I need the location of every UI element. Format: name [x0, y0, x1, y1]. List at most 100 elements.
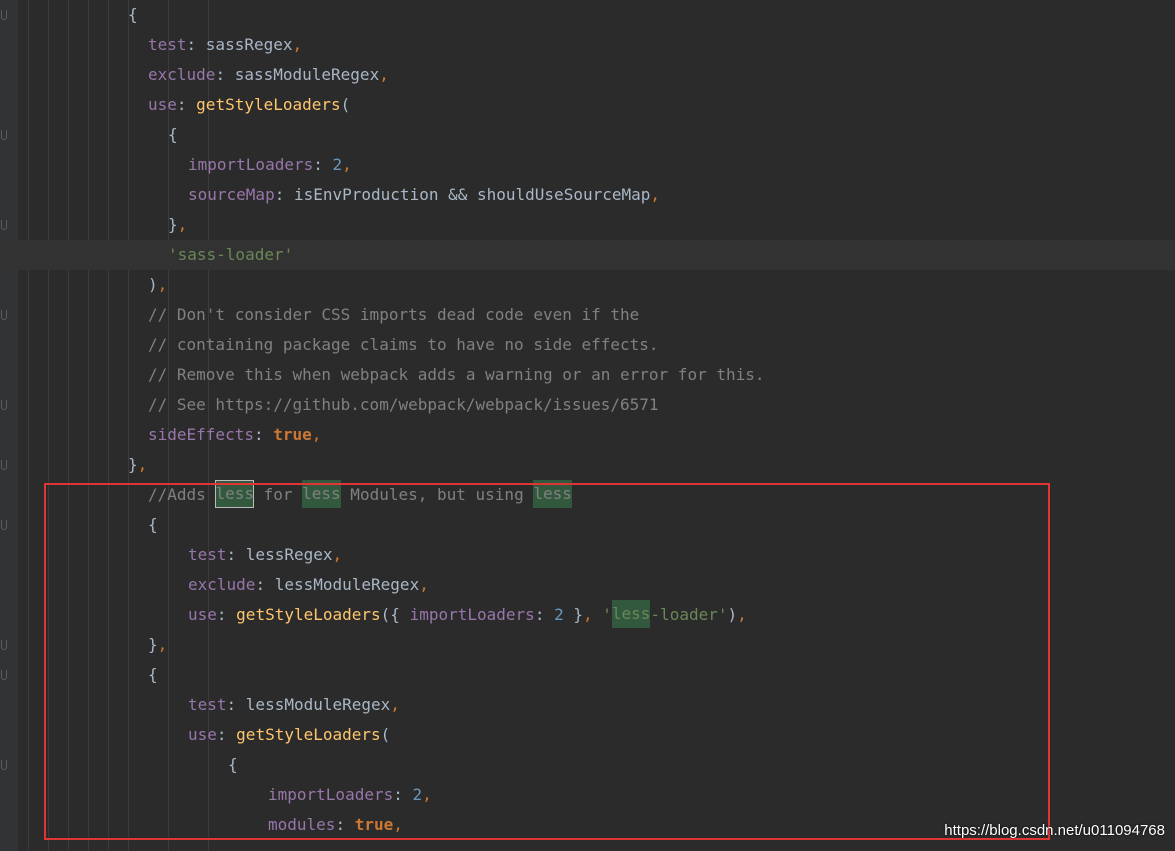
code-line[interactable]: // Don't consider CSS imports dead code …: [0, 300, 1175, 330]
code-line-text: {: [148, 660, 158, 690]
code-token: : lessModuleRegex: [226, 695, 391, 714]
code-token: ): [148, 275, 158, 294]
code-line[interactable]: exclude: lessModuleRegex,: [0, 570, 1175, 600]
code-line[interactable]: use: getStyleLoaders(: [0, 720, 1175, 750]
code-token: :: [313, 155, 333, 174]
code-token: :: [253, 425, 274, 444]
code-line-text: use: getStyleLoaders(: [188, 720, 390, 750]
code-token: ,: [379, 65, 389, 84]
code-line[interactable]: },: [0, 450, 1175, 480]
code-token: :: [176, 95, 197, 114]
code-line-text: },: [168, 210, 187, 240]
code-line-text: test: sassRegex,: [148, 30, 302, 60]
code-line[interactable]: //Adds less for less Modules, but using …: [0, 480, 1175, 510]
code-line-text: exclude: sassModuleRegex,: [148, 60, 389, 90]
code-line[interactable]: sideEffects: true,: [0, 420, 1175, 450]
code-token: sourceMap: [188, 185, 275, 204]
code-token: 2: [412, 785, 423, 804]
code-line[interactable]: },: [0, 210, 1175, 240]
code-token: ,: [422, 785, 432, 804]
code-token: }: [128, 455, 138, 474]
code-token: : sassModuleRegex: [215, 65, 380, 84]
code-token: use: [148, 95, 177, 114]
code-line[interactable]: {: [0, 660, 1175, 690]
code-token: : sassRegex: [186, 35, 293, 54]
code-line-text: {: [148, 510, 158, 540]
code-token: {: [148, 515, 158, 534]
code-token: :: [216, 605, 237, 624]
search-match-highlight: less: [533, 480, 572, 508]
code-line[interactable]: ),: [0, 270, 1175, 300]
code-token: importLoaders: [268, 785, 394, 804]
code-line[interactable]: 'sass-loader': [0, 240, 1175, 270]
code-token: test: [188, 695, 227, 714]
code-line[interactable]: test: lessModuleRegex,: [0, 690, 1175, 720]
code-token: (: [380, 725, 391, 744]
code-token: getStyleLoaders: [236, 725, 381, 744]
code-line[interactable]: exclude: sassModuleRegex,: [0, 60, 1175, 90]
code-token: ): [727, 605, 738, 624]
code-line[interactable]: // containing package claims to have no …: [0, 330, 1175, 360]
code-line[interactable]: use: getStyleLoaders({ importLoaders: 2 …: [0, 600, 1175, 630]
code-token: 2: [554, 605, 564, 624]
search-match-highlight: less: [302, 480, 341, 508]
code-token: : lessModuleRegex: [255, 575, 420, 594]
code-line-text: ),: [148, 270, 167, 300]
code-token: 'sass-loader': [168, 245, 294, 264]
code-line[interactable]: },: [0, 630, 1175, 660]
code-token: ': [602, 605, 612, 624]
code-line[interactable]: // Remove this when webpack adds a warni…: [0, 360, 1175, 390]
code-line-text: // See https://github.com/webpack/webpac…: [148, 390, 659, 420]
code-token: {: [148, 665, 158, 684]
code-token: importLoaders: [409, 605, 535, 624]
code-token: // See https://github.com/webpack/webpac…: [148, 395, 659, 414]
code-line[interactable]: {: [0, 750, 1175, 780]
code-token: // containing package claims to have no …: [148, 335, 659, 354]
code-line-text: use: getStyleLoaders({ importLoaders: 2 …: [188, 600, 747, 630]
code-token: {: [128, 5, 138, 24]
code-line-text: exclude: lessModuleRegex,: [188, 570, 429, 600]
code-token: //Adds: [148, 485, 216, 504]
code-token: ,: [582, 605, 603, 624]
code-line[interactable]: // See https://github.com/webpack/webpac…: [0, 390, 1175, 420]
code-line[interactable]: test: sassRegex,: [0, 30, 1175, 60]
code-line[interactable]: importLoaders: 2,: [0, 150, 1175, 180]
code-line[interactable]: importLoaders: 2,: [0, 780, 1175, 810]
code-line-text: test: lessModuleRegex,: [188, 690, 400, 720]
code-line-text: sideEffects: true,: [148, 420, 321, 450]
code-token: ,: [419, 575, 429, 594]
code-token: exclude: [148, 65, 216, 84]
code-token: {: [168, 125, 178, 144]
code-token: }: [168, 215, 178, 234]
code-token: : isEnvProduction && shouldUseSourceMap: [274, 185, 651, 204]
code-token: sideEffects: [148, 425, 254, 444]
code-line[interactable]: test: lessRegex,: [0, 540, 1175, 570]
code-token: }: [563, 605, 583, 624]
code-token: ,: [137, 455, 148, 474]
code-token: getStyleLoaders: [236, 605, 381, 624]
code-token: -loader': [650, 605, 728, 624]
code-line-text: importLoaders: 2,: [268, 780, 432, 810]
code-line-text: {: [168, 120, 178, 150]
code-token: ,: [311, 425, 322, 444]
code-line[interactable]: {: [0, 510, 1175, 540]
code-token: getStyleLoaders: [196, 95, 341, 114]
code-token: ,: [393, 815, 403, 834]
code-token: ,: [390, 695, 400, 714]
code-line-text: // Don't consider CSS imports dead code …: [148, 300, 639, 330]
code-line-text: 'sass-loader': [168, 240, 293, 270]
code-editor[interactable]: {test: sassRegex, exclude: sassModuleRege…: [0, 0, 1175, 851]
code-token: 2: [332, 155, 343, 174]
code-line-text: },: [128, 450, 147, 480]
code-token: ,: [650, 185, 661, 204]
code-token: modules: [268, 815, 336, 834]
code-token: :: [335, 815, 355, 834]
code-token: true: [354, 815, 394, 834]
code-line[interactable]: sourceMap: isEnvProduction && shouldUseS…: [0, 180, 1175, 210]
code-token: use: [188, 725, 217, 744]
code-line[interactable]: use: getStyleLoaders(: [0, 90, 1175, 120]
code-token: ({: [380, 605, 410, 624]
code-token: // Remove this when webpack adds a warni…: [148, 365, 765, 384]
code-line[interactable]: {: [0, 120, 1175, 150]
code-line[interactable]: {: [0, 0, 1175, 30]
